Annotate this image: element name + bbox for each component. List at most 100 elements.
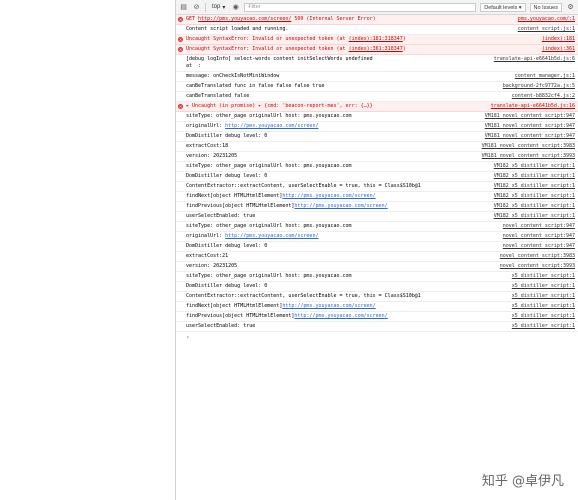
console-log-row: siteType: other_page originalUrl host: p… xyxy=(176,222,578,232)
log-text: GET xyxy=(186,16,199,22)
source-link[interactable]: VM181 novel_content_script:947 xyxy=(485,133,575,140)
source-link[interactable]: translate-api-e6641b5d.js:16 xyxy=(491,103,575,110)
error-icon: ✕ xyxy=(178,36,183,42)
log-text: 500 (Internal Server Error) xyxy=(291,16,376,22)
log-message: userSelectEnabled: true xyxy=(186,323,508,330)
issues-button[interactable]: No Issues xyxy=(529,2,562,12)
log-message: extractCost:21 xyxy=(186,253,496,260)
source-link[interactable]: VM181 novel_content_script:947 xyxy=(485,123,575,130)
source-link[interactable]: (index):361 xyxy=(542,46,575,53)
source-link[interactable]: content_script.js:1 xyxy=(518,26,575,33)
log-text: originalUrl: xyxy=(186,123,226,129)
console-prompt[interactable]: › xyxy=(176,332,578,343)
source-link[interactable]: x5_distiller_script:1 xyxy=(512,303,575,310)
log-message: originalUrl: http://pms.youyacao.com/scr… xyxy=(186,123,481,130)
log-url-link[interactable]: http://pms.youyacao.com/screen/ xyxy=(282,193,375,199)
log-text: ) xyxy=(402,36,406,42)
log-message: ContentExtractor::extractContent, userSe… xyxy=(186,183,490,190)
source-link[interactable]: novel_content_script:947 xyxy=(503,223,575,230)
log-message: siteType: other_page originalUrl host: p… xyxy=(186,163,490,170)
log-text: extractCost:21 xyxy=(186,253,229,259)
source-link[interactable]: VM181 novel_content_script:3983 xyxy=(482,143,575,150)
source-link[interactable]: VM181 novel_content_script:947 xyxy=(485,113,575,120)
log-message: DomDistiller debug level: 0 xyxy=(186,133,481,140)
log-url-link[interactable]: http://pms.youyacao.com/screen/ xyxy=(294,203,387,209)
console-log-row: canBeTranslated false content-b8832cf4.js… xyxy=(176,92,578,102)
console-log-row: userSelectEnabled: true VM182 x5_distille… xyxy=(176,212,578,222)
chevron-down-icon: ▾ xyxy=(222,4,226,11)
log-text: findPrevious[object HTMLHtmlElement] xyxy=(186,203,295,209)
sidebar-toggle-icon[interactable]: ▤ xyxy=(179,3,188,12)
gear-icon[interactable]: ⚙ xyxy=(566,3,575,12)
log-url-link[interactable]: http://pms.youyacao.com/screen/ xyxy=(282,303,375,309)
source-link[interactable]: x5_distiller_script:1 xyxy=(512,283,575,290)
source-link[interactable]: novel_content_script:3983 xyxy=(500,253,575,260)
source-link[interactable]: content-b8832cf4.js:2 xyxy=(512,93,575,100)
log-text: siteType: other_page originalUrl host: p… xyxy=(186,163,352,169)
source-link[interactable]: VM182 x5_distiller_script:1 xyxy=(494,213,575,220)
console-log-row: extractCost:18 VM181 novel_content_script… xyxy=(176,142,578,152)
page-viewport xyxy=(0,0,175,500)
log-message: findPrevious[object HTMLHtmlElement]http… xyxy=(186,313,508,320)
log-text: DomDistiller debug level: 0 xyxy=(186,283,268,289)
eye-icon[interactable]: ◉ xyxy=(231,3,240,12)
log-text: userSelectEnabled: true xyxy=(186,323,256,329)
console-log-row: DomDistiller debug level: 0 VM182 x5_dist… xyxy=(176,172,578,182)
source-link[interactable]: translate-api-e6641b5d.js:6 xyxy=(494,56,575,70)
log-message: canBeTranslated func in false false fals… xyxy=(186,83,499,90)
source-link[interactable]: VM182 x5_distiller_script:1 xyxy=(494,203,575,210)
console-log-row: ContentExtractor::extractContent, userSe… xyxy=(176,182,578,192)
context-selector[interactable]: top ▾ xyxy=(210,4,227,11)
log-message: Content script loaded and running. xyxy=(186,26,514,33)
log-url-link[interactable]: http://pms.youyacao.com/screen/ xyxy=(198,16,291,22)
console-log-row: DomDistiller debug level: 0 novel_content… xyxy=(176,242,578,252)
log-text: findNext[object HTMLHtmlElement] xyxy=(186,193,283,199)
source-link[interactable]: x5_distiller_script:1 xyxy=(512,323,575,330)
source-link[interactable]: VM182 x5_distiller_script:1 xyxy=(494,163,575,170)
source-link[interactable]: novel_content_script:947 xyxy=(503,243,575,250)
log-text: canBeTranslated func in false false fals… xyxy=(186,83,325,89)
log-text: ContentExtractor::extractContent, userSe… xyxy=(186,293,421,299)
console-log-row: DomDistiller debug level: 0 x5_distiller_… xyxy=(176,282,578,292)
log-text: extractCost:18 xyxy=(186,143,229,149)
clear-console-icon[interactable]: ⊘ xyxy=(192,3,201,12)
log-text: DomDistiller debug level: 0 xyxy=(186,133,268,139)
toolbar-divider xyxy=(205,2,206,12)
source-link[interactable]: content_manager.js:1 xyxy=(515,73,575,80)
source-link[interactable]: VM182 x5_distiller_script:1 xyxy=(494,193,575,200)
console-error-row: ✕ Uncaught SyntaxError: Invalid or unexpe… xyxy=(176,45,578,55)
source-link[interactable]: VM182 x5_distiller_script:1 xyxy=(494,173,575,180)
source-link[interactable]: novel_content_script:3993 xyxy=(500,263,575,270)
log-url-link[interactable]: (index):361:318347 xyxy=(349,46,403,52)
filter-input[interactable]: Filter xyxy=(244,2,477,12)
log-text: findPrevious[object HTMLHtmlElement] xyxy=(186,313,295,319)
log-url-link[interactable]: http://pms.youyacao.com/screen/ xyxy=(294,313,387,319)
source-link[interactable]: pms.youyacao.com/:1 xyxy=(518,16,575,23)
source-link[interactable]: background-2fc9772a.js:5 xyxy=(503,83,575,90)
console-log-list: ✕ GET http://pms.youyacao.com/screen/ 500… xyxy=(176,15,578,332)
source-link[interactable]: (index):181 xyxy=(542,36,575,43)
log-url-link[interactable]: (index):181:318347 xyxy=(349,36,403,42)
source-link[interactable]: x5_distiller_script:1 xyxy=(512,273,575,280)
log-text: version: 20231205 xyxy=(186,153,238,159)
source-link[interactable]: x5_distiller_script:1 xyxy=(512,293,575,300)
console-log-row: siteType: other_page originalUrl host: p… xyxy=(176,272,578,282)
console-log-row: findPrevious[object HTMLHtmlElement]http… xyxy=(176,202,578,212)
source-link[interactable]: VM182 x5_distiller_script:1 xyxy=(494,183,575,190)
source-link[interactable]: x5_distiller_script:1 xyxy=(512,313,575,320)
source-link[interactable]: VM181 novel_content_script:3993 xyxy=(482,153,575,160)
prompt-chevron-icon: › xyxy=(186,334,190,341)
console-log-row: findNext[object HTMLHtmlElement]http://p… xyxy=(176,302,578,312)
log-text: ▸ Uncaught (in promise) ▸ {cmd: 'beacon-… xyxy=(186,103,373,109)
log-levels-dropdown[interactable]: Default levels ▾ xyxy=(480,2,526,12)
log-message: Uncaught SyntaxError: Invalid or unexpec… xyxy=(186,46,538,53)
source-link[interactable]: novel_content_script:947 xyxy=(503,233,575,240)
log-message: siteType: other_page originalUrl host: p… xyxy=(186,113,481,120)
console-log-row: originalUrl: http://pms.youyacao.com/scr… xyxy=(176,122,578,132)
console-log-row: siteType: other_page originalUrl host: p… xyxy=(176,162,578,172)
log-url-link[interactable]: http://pms.youyacao.com/screen/ xyxy=(225,233,318,239)
log-url-link[interactable]: http://pms.youyacao.com/screen/ xyxy=(225,123,318,129)
log-text: DomDistiller debug level: 0 xyxy=(186,173,268,179)
console-error-row: ✕ ▸ Uncaught (in promise) ▸ {cmd: 'beacon… xyxy=(176,102,578,112)
error-icon: ✕ xyxy=(178,16,183,22)
